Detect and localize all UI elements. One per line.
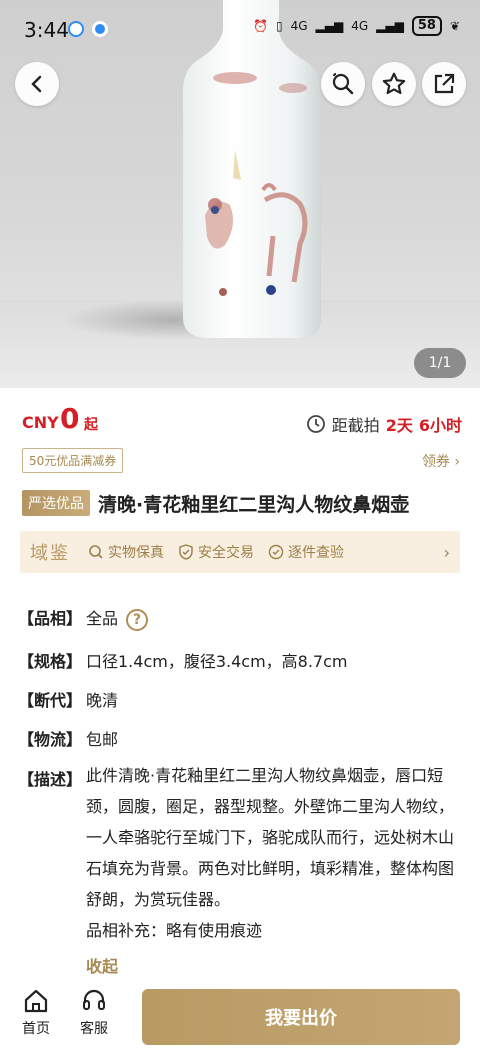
chevron-right-icon: ›: [454, 454, 460, 470]
home-tab[interactable]: 首页: [14, 988, 58, 1038]
signal-1-label: 4G: [290, 19, 308, 33]
magnifier-scan-icon: [332, 73, 354, 95]
spec-condition: 【品相】 全品?: [18, 605, 458, 631]
bottom-action-bar: 首页 客服 我要出价: [0, 978, 480, 1061]
condition-supplement: 品相补充：略有使用痕迹: [86, 921, 263, 940]
spec-value-wrap: 此件清晚·青花釉里红二里沟人物纹鼻烟壶，唇口短颈，圆腹，圈足，器型规整。外壁饰二…: [86, 760, 458, 946]
app-notification-icon: [92, 21, 108, 37]
spec-value: 包邮: [86, 730, 119, 749]
status-indicators: ⏰ ▯ 4G ▂▄▆ 4G ▂▄▆ 58 ❦: [253, 16, 460, 36]
guarantee-brand: 域鉴: [30, 543, 70, 564]
countdown-hours: 6小时: [418, 416, 462, 435]
clock-icon: [306, 415, 325, 433]
spec-value: 口径1.4cm，腹径3.4cm，高8.7cm: [86, 652, 348, 671]
product-image-gallery[interactable]: 3:44 ⏰ ▯ 4G ▂▄▆ 4G ▂▄▆ 58 ❦ 1/1: [0, 0, 480, 388]
similar-search-button[interactable]: [321, 62, 365, 106]
spec-key: 【物流】: [18, 730, 83, 749]
signal-2-label: 4G: [351, 19, 369, 33]
price-currency: CNY: [22, 413, 59, 432]
leaf-icon: ❦: [449, 19, 460, 33]
spec-shipping: 【物流】 包邮: [18, 726, 458, 750]
spec-value: 晚清: [86, 691, 119, 710]
countdown-days: 2天: [385, 416, 413, 435]
spec-size: 【规格】 口径1.4cm，腹径3.4cm，高8.7cm: [18, 648, 458, 672]
spec-era: 【断代】 晚清: [18, 687, 458, 711]
countdown-label: 距截拍: [331, 416, 380, 435]
share-icon: [434, 73, 455, 94]
alarm-icon: ⏰: [253, 19, 268, 33]
spec-key: 【断代】: [18, 691, 83, 710]
help-icon[interactable]: ?: [126, 608, 149, 631]
chat-notification-icon: [68, 21, 84, 37]
search-icon: [89, 545, 103, 559]
spec-value: 全品: [86, 609, 119, 628]
product-title-row: 严选优品 清晚·青花釉里红二里沟人物纹鼻烟壶: [22, 488, 462, 518]
vibrate-icon: ▯: [275, 19, 283, 33]
signal-bars-icon: ▂▄▆: [315, 19, 344, 33]
signal-bars-icon: ▂▄▆: [376, 19, 404, 33]
headset-icon: [83, 989, 105, 1010]
collapse-link[interactable]: 收起: [86, 953, 118, 977]
battery-level: 58: [411, 16, 442, 36]
guarantee-item-inspect: 逐件查验: [268, 542, 344, 562]
select-badge: 严选优品: [22, 490, 90, 516]
place-bid-button[interactable]: 我要出价: [142, 989, 460, 1045]
status-time: 3:44: [24, 18, 69, 42]
spec-key: 【规格】: [18, 652, 83, 671]
price-amount: 0: [60, 402, 80, 435]
coupon-row: 50元优品满减券 领券 ›: [22, 448, 460, 473]
chevron-left-icon: [31, 75, 42, 93]
image-counter: 1/1: [414, 348, 466, 378]
chevron-right-icon: ›: [443, 542, 450, 562]
guarantee-item-authentic: 实物保真: [88, 542, 164, 562]
price-suffix: 起: [84, 417, 98, 433]
status-bar: 3:44 ⏰ ▯ 4G ▂▄▆ 4G ▂▄▆ 58 ❦: [0, 0, 480, 56]
price-row: CNY 0 起 距截拍 2天 6小时: [22, 402, 462, 440]
back-button[interactable]: [15, 62, 59, 106]
product-title: 清晚·青花釉里红二里沟人物纹鼻烟壶: [98, 493, 410, 516]
description-text: 此件清晚·青花釉里红二里沟人物纹鼻烟壶，唇口短颈，圆腹，圈足，器型规整。外壁饰二…: [86, 766, 455, 909]
home-icon: [24, 989, 48, 1013]
spec-value-wrap: 全品?: [86, 605, 458, 631]
guarantee-bar[interactable]: 域鉴 实物保真 安全交易 逐件查验 ›: [20, 531, 460, 573]
guarantee-item-label: 实物保真: [108, 545, 164, 561]
star-icon: [382, 72, 406, 95]
auction-countdown: 距截拍 2天 6小时: [306, 412, 462, 436]
favorite-button[interactable]: [372, 62, 416, 106]
get-coupon-label: 领券: [421, 454, 450, 470]
coupon-tag[interactable]: 50元优品满减券: [22, 448, 124, 473]
guarantee-item-label: 安全交易: [198, 545, 254, 561]
service-tab-label: 客服: [80, 1021, 108, 1037]
spec-key: 【品相】: [18, 609, 83, 628]
guarantee-item-secure: 安全交易: [178, 542, 254, 562]
spec-key: 【描述】: [18, 770, 83, 789]
shield-check-icon: [179, 544, 193, 560]
spec-description: 【描述】 此件清晚·青花釉里红二里沟人物纹鼻烟壶，唇口短颈，圆腹，圈足，器型规整…: [18, 766, 458, 946]
check-circle-icon: [268, 544, 284, 560]
service-tab[interactable]: 客服: [72, 988, 116, 1038]
share-button[interactable]: [422, 62, 466, 106]
home-tab-label: 首页: [22, 1021, 50, 1037]
get-coupon-link[interactable]: 领券 ›: [422, 451, 460, 471]
guarantee-item-label: 逐件查验: [288, 545, 344, 561]
